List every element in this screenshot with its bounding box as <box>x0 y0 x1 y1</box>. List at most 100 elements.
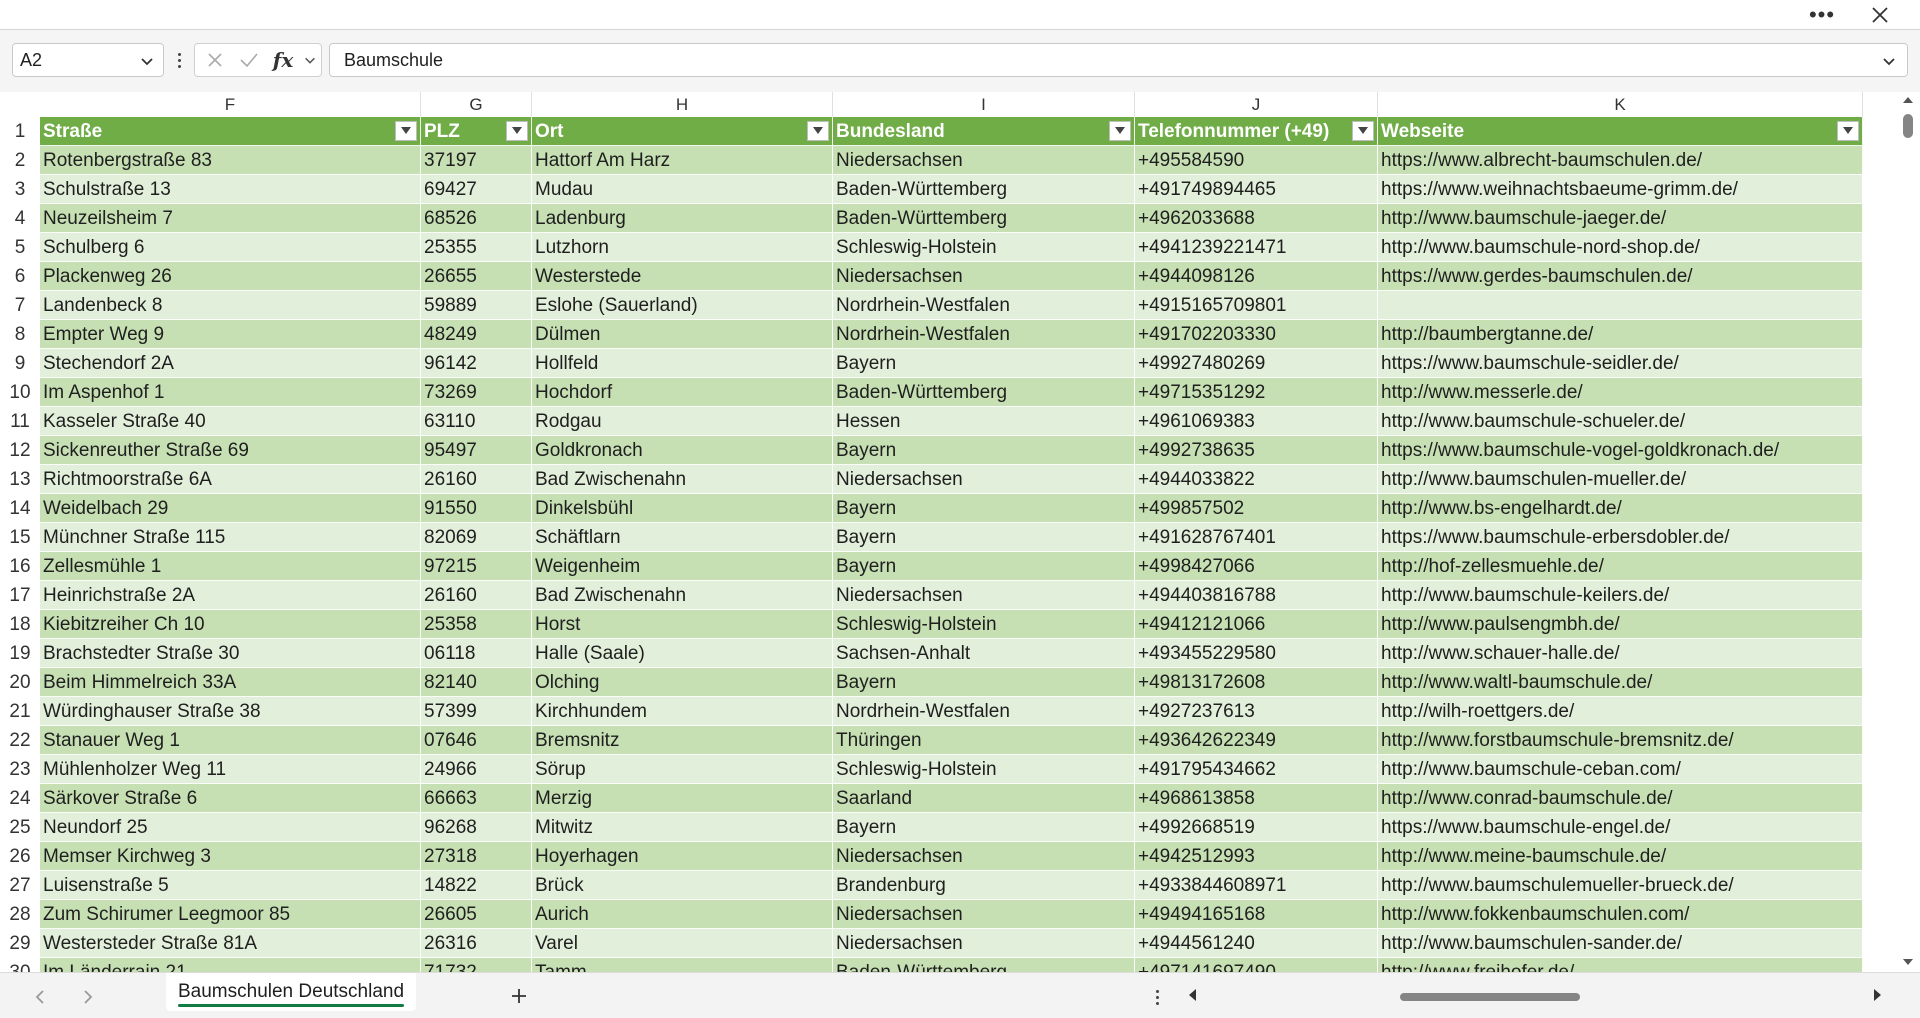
table-cell[interactable]: Bayern <box>833 494 1135 523</box>
table-header-cell[interactable]: PLZ <box>421 117 532 146</box>
table-cell[interactable]: Bayern <box>833 813 1135 842</box>
filter-dropdown-button[interactable] <box>1837 121 1859 141</box>
table-cell[interactable]: Niedersachsen <box>833 581 1135 610</box>
table-cell[interactable]: Aurich <box>532 900 833 929</box>
table-cell[interactable]: +4992738635 <box>1135 436 1378 465</box>
table-cell[interactable]: Schleswig-Holstein <box>833 755 1135 784</box>
previous-sheet-button[interactable] <box>28 985 52 1009</box>
table-cell[interactable]: 48249 <box>421 320 532 349</box>
table-cell[interactable]: http://www.baumschule-nord-shop.de/ <box>1378 233 1863 262</box>
table-cell[interactable]: 91550 <box>421 494 532 523</box>
table-cell[interactable]: Memser Kirchweg 3 <box>40 842 421 871</box>
horizontal-scrollbar[interactable] <box>1180 983 1890 1009</box>
row-header[interactable]: 5 <box>0 233 40 262</box>
table-header-cell[interactable]: Webseite <box>1378 117 1863 146</box>
table-cell[interactable]: +4915165709801 <box>1135 291 1378 320</box>
column-header-f[interactable]: F <box>40 92 421 117</box>
row-header[interactable]: 7 <box>0 291 40 320</box>
table-cell[interactable]: Niedersachsen <box>833 146 1135 175</box>
table-cell[interactable]: Baden-Württemberg <box>833 175 1135 204</box>
filter-dropdown-button[interactable] <box>395 121 417 141</box>
table-cell[interactable]: Weigenheim <box>532 552 833 581</box>
table-cell[interactable]: 82140 <box>421 668 532 697</box>
table-cell[interactable]: Rodgau <box>532 407 833 436</box>
table-cell[interactable]: https://www.weihnachtsbaeume-grimm.de/ <box>1378 175 1863 204</box>
row-header[interactable]: 8 <box>0 320 40 349</box>
table-cell[interactable]: Mudau <box>532 175 833 204</box>
table-header-cell[interactable]: Telefonnummer (+49) <box>1135 117 1378 146</box>
table-cell[interactable]: +4944098126 <box>1135 262 1378 291</box>
close-button[interactable] <box>1862 2 1898 28</box>
table-cell[interactable]: 73269 <box>421 378 532 407</box>
table-cell[interactable]: Bayern <box>833 523 1135 552</box>
table-cell[interactable]: Kasseler Straße 40 <box>40 407 421 436</box>
vertical-scrollbar[interactable] <box>1896 92 1920 972</box>
table-cell[interactable]: +494403816788 <box>1135 581 1378 610</box>
table-cell[interactable]: Niedersachsen <box>833 900 1135 929</box>
table-cell[interactable]: Hessen <box>833 407 1135 436</box>
row-header[interactable]: 22 <box>0 726 40 755</box>
table-cell[interactable]: 26655 <box>421 262 532 291</box>
table-cell[interactable]: Westersteder Straße 81A <box>40 929 421 958</box>
table-cell[interactable]: Schleswig-Holstein <box>833 233 1135 262</box>
row-header[interactable]: 3 <box>0 175 40 204</box>
table-cell[interactable]: https://www.gerdes-baumschulen.de/ <box>1378 262 1863 291</box>
row-header[interactable]: 12 <box>0 436 40 465</box>
scroll-right-icon[interactable] <box>1872 988 1884 1002</box>
table-cell[interactable]: Nordrhein-Westfalen <box>833 291 1135 320</box>
table-cell[interactable]: Schleswig-Holstein <box>833 610 1135 639</box>
table-cell[interactable]: 71732 <box>421 958 532 972</box>
table-cell[interactable]: Baden-Württemberg <box>833 378 1135 407</box>
table-cell[interactable]: 96142 <box>421 349 532 378</box>
table-header-cell[interactable]: Bundesland <box>833 117 1135 146</box>
row-header[interactable]: 4 <box>0 204 40 233</box>
table-cell[interactable]: Bayern <box>833 552 1135 581</box>
filter-dropdown-button[interactable] <box>1352 121 1374 141</box>
row-header[interactable]: 27 <box>0 871 40 900</box>
row-header[interactable]: 6 <box>0 262 40 291</box>
enter-button[interactable] <box>235 46 263 74</box>
table-cell[interactable]: +4944561240 <box>1135 929 1378 958</box>
table-cell[interactable]: Mitwitz <box>532 813 833 842</box>
scroll-left-icon[interactable] <box>1186 988 1198 1002</box>
row-header[interactable]: 26 <box>0 842 40 871</box>
table-cell[interactable]: +49715351292 <box>1135 378 1378 407</box>
table-cell[interactable]: Hollfeld <box>532 349 833 378</box>
table-cell[interactable]: Bayern <box>833 349 1135 378</box>
cancel-button[interactable] <box>201 46 229 74</box>
table-cell[interactable]: http://www.conrad-baumschule.de/ <box>1378 784 1863 813</box>
table-cell[interactable]: Rotenbergstraße 83 <box>40 146 421 175</box>
table-cell[interactable]: http://www.bs-engelhardt.de/ <box>1378 494 1863 523</box>
table-cell[interactable]: +4927237613 <box>1135 697 1378 726</box>
row-header[interactable]: 15 <box>0 523 40 552</box>
filter-dropdown-button[interactable] <box>506 121 528 141</box>
table-cell[interactable]: Dülmen <box>532 320 833 349</box>
row-header[interactable]: 13 <box>0 465 40 494</box>
table-cell[interactable]: https://www.baumschule-erbersdobler.de/ <box>1378 523 1863 552</box>
table-cell[interactable]: http://www.freihofer.de/ <box>1378 958 1863 972</box>
table-cell[interactable]: +4968613858 <box>1135 784 1378 813</box>
table-cell[interactable]: +4942512993 <box>1135 842 1378 871</box>
table-cell[interactable]: Im Aspenhof 1 <box>40 378 421 407</box>
add-sheet-button[interactable] <box>504 981 534 1011</box>
column-header-k[interactable]: K <box>1378 92 1863 117</box>
column-header-i[interactable]: I <box>833 92 1135 117</box>
table-cell[interactable]: +4998427066 <box>1135 552 1378 581</box>
sheet-bar-options[interactable] <box>1152 985 1162 1009</box>
table-cell[interactable]: 95497 <box>421 436 532 465</box>
table-cell[interactable]: 24966 <box>421 755 532 784</box>
table-cell[interactable]: Mühlenholzer Weg 11 <box>40 755 421 784</box>
table-cell[interactable]: http://hof-zellesmuehle.de/ <box>1378 552 1863 581</box>
table-cell[interactable]: Bad Zwischenahn <box>532 465 833 494</box>
table-cell[interactable]: http://www.schauer-halle.de/ <box>1378 639 1863 668</box>
name-box[interactable]: A2 <box>12 43 164 77</box>
table-cell[interactable]: Halle (Saale) <box>532 639 833 668</box>
table-cell[interactable]: Schulstraße 13 <box>40 175 421 204</box>
table-cell[interactable]: 26316 <box>421 929 532 958</box>
scroll-down-icon[interactable] <box>1902 956 1914 968</box>
table-cell[interactable]: http://www.meine-baumschule.de/ <box>1378 842 1863 871</box>
row-header[interactable]: 9 <box>0 349 40 378</box>
row-header[interactable]: 20 <box>0 668 40 697</box>
table-cell[interactable]: Särkover Straße 6 <box>40 784 421 813</box>
table-cell[interactable]: Baden-Württemberg <box>833 958 1135 972</box>
